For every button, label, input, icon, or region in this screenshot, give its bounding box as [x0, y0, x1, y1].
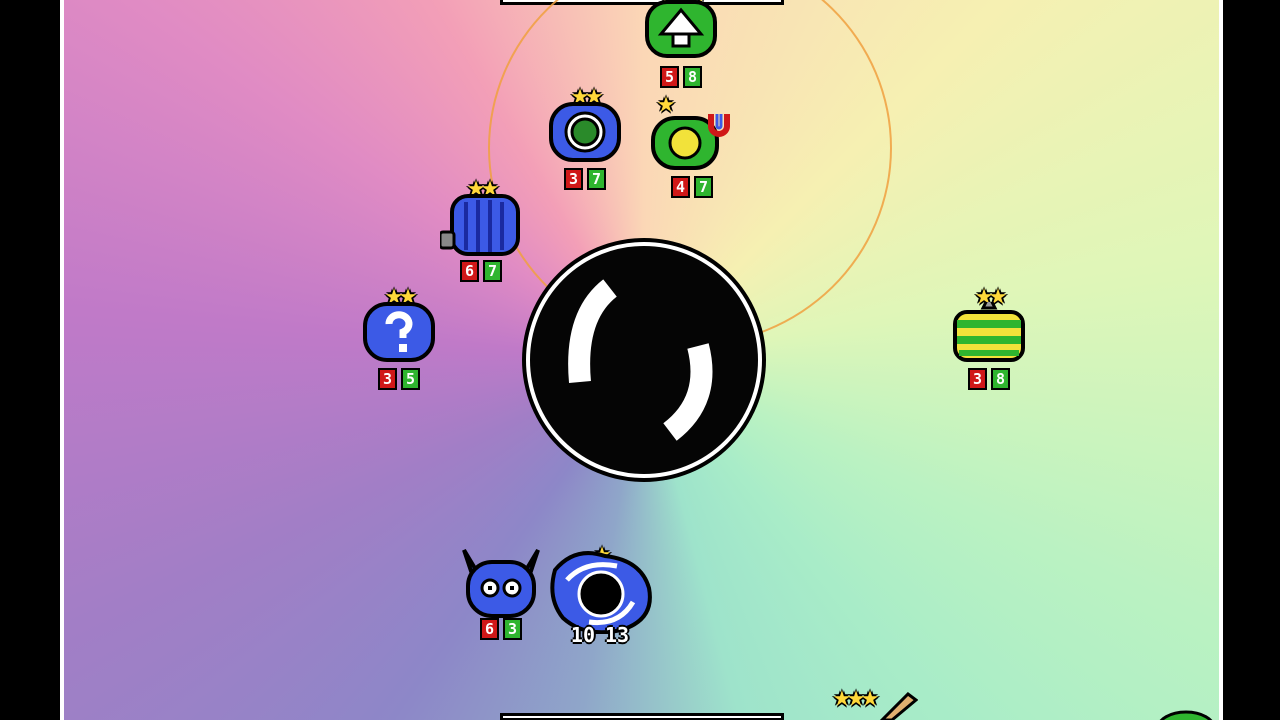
- clover-icon: [549, 102, 621, 162]
- central-orb[interactable]: [526, 242, 762, 478]
- attack-value: 3: [563, 168, 583, 190]
- unit-stats: 4 7: [647, 176, 737, 198]
- partial-unit-icon: [879, 692, 918, 720]
- attack-value: 6: [479, 618, 499, 640]
- striped-blob-icon: [953, 302, 1025, 362]
- attack-value: 6: [459, 260, 479, 282]
- unit-blue-question[interactable]: ★★ 3 5: [354, 280, 444, 390]
- unit-stats: 3 5: [354, 368, 444, 390]
- health-value: 7: [483, 260, 503, 282]
- attack-value: 10: [570, 623, 595, 647]
- unit-stats: 10 13: [540, 623, 660, 648]
- magnet-icon: [651, 114, 730, 170]
- health-value: 7: [587, 168, 607, 190]
- question-mark-icon: [363, 302, 435, 362]
- vortex-icon: [550, 551, 652, 634]
- health-value: 13: [605, 623, 630, 647]
- unit-stats: 6 3: [456, 618, 546, 640]
- unit-bottom-partial[interactable]: ★★★: [794, 682, 918, 720]
- unit-stats: 3 8: [944, 368, 1034, 390]
- horned-face-icon: [462, 548, 540, 618]
- unit-stats: 5 8: [636, 66, 726, 88]
- attack-value: 4: [670, 176, 690, 198]
- health-value: 3: [503, 618, 523, 640]
- attack-value: 3: [967, 368, 987, 390]
- unit-green-yellow-striped[interactable]: ★★ 3 8: [944, 280, 1034, 390]
- spin-arrows-icon: [568, 279, 713, 441]
- health-value: 8: [683, 66, 703, 88]
- bottom-bar: [500, 713, 784, 720]
- unit-blue-clover[interactable]: ★★ 3 7: [540, 80, 630, 190]
- green-blob-icon: [1159, 710, 1213, 720]
- unit-blue-striped[interactable]: ★★ 6 7: [436, 172, 526, 282]
- unit-green-magnet[interactable]: ★ 4 7: [647, 88, 737, 198]
- arrow-up-icon: [645, 0, 717, 58]
- health-value: 7: [694, 176, 714, 198]
- unit-stats: 6 7: [436, 260, 526, 282]
- unit-green-arrow[interactable]: ★★★ 5 8: [636, 0, 726, 88]
- attack-value: 3: [377, 368, 397, 390]
- game-board: ★★★ 5 8 ★★ 3 7 ★: [60, 0, 1223, 720]
- unit-black-hole[interactable]: ★ 10 13: [540, 538, 660, 648]
- health-value: 5: [401, 368, 421, 390]
- unit-blue-horned[interactable]: 6 3: [456, 530, 546, 640]
- health-value: 8: [991, 368, 1011, 390]
- striped-blob-icon: [440, 194, 520, 256]
- unit-stats: 3 7: [540, 168, 630, 190]
